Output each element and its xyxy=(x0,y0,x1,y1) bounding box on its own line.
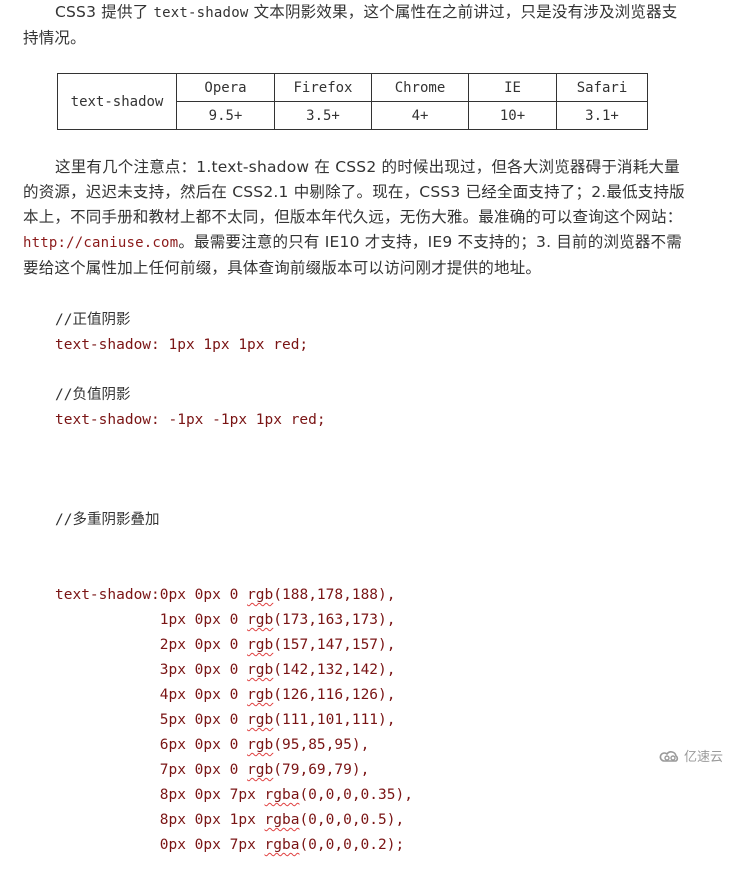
watermark: 亿速云 xyxy=(659,746,723,765)
code-args: (111,101,111), xyxy=(273,712,396,728)
code-line: 5px 0px 0 rgb(111,101,111), xyxy=(55,708,413,733)
code-args: (188,178,188), xyxy=(273,587,396,603)
code-args: (79,69,79), xyxy=(273,762,370,778)
compat-table: text-shadow Opera Firefox Chrome IE Safa… xyxy=(57,73,648,130)
code-values: 3px 0px 0 xyxy=(159,662,248,678)
code-comment: //正值阴影 xyxy=(55,312,131,328)
code-function: rgb xyxy=(247,737,274,753)
code-function: rgb xyxy=(247,662,274,678)
code-lines: text-shadow:0px 0px 0 rgb(188,178,188), … xyxy=(55,583,413,858)
version-safari: 3.1+ xyxy=(556,101,648,130)
code-function: rgba xyxy=(264,837,300,853)
version-opera: 9.5+ xyxy=(176,101,275,130)
code-line: 8px 0px 7px rgba(0,0,0,0.35), xyxy=(55,783,413,808)
code-values: 2px 0px 0 xyxy=(159,637,248,653)
browser-safari: Safari xyxy=(556,73,648,102)
code-comment: //多重阴影叠加 xyxy=(55,512,160,528)
code-values: 5px 0px 0 xyxy=(159,712,248,728)
caniuse-link[interactable]: http://caniuse.com xyxy=(23,235,178,251)
watermark-text: 亿速云 xyxy=(683,750,723,765)
browser-chrome: Chrome xyxy=(371,73,469,102)
code-values: 7px 0px 0 xyxy=(159,762,248,778)
code-line: text-shadow:0px 0px 0 rgb(188,178,188), xyxy=(55,583,413,608)
code-values: 1px 0px 0 xyxy=(159,612,248,628)
code-args: (126,116,126), xyxy=(273,687,396,703)
version-ie: 10+ xyxy=(468,101,557,130)
cloud-logo-icon xyxy=(659,750,679,762)
intro-code: text-shadow xyxy=(153,5,249,21)
code-function: rgb xyxy=(247,612,274,628)
code-line: text-shadow: -1px -1px 1px red; xyxy=(55,412,326,428)
code-line: 6px 0px 0 rgb(95,85,95), xyxy=(55,733,413,758)
code-line: 3px 0px 0 rgb(142,132,142), xyxy=(55,658,413,683)
code-function: rgb xyxy=(247,687,274,703)
code-function: rgba xyxy=(264,787,300,803)
browser-ie: IE xyxy=(468,73,557,102)
code-args: (142,132,142), xyxy=(273,662,396,678)
code-function: rgb xyxy=(247,637,274,653)
browser-firefox: Firefox xyxy=(274,73,372,102)
code-line: 8px 0px 1px rgba(0,0,0,0.5), xyxy=(55,808,413,833)
code-line: text-shadow: 1px 1px 1px red; xyxy=(55,337,309,353)
code-values: 6px 0px 0 xyxy=(159,737,248,753)
code-function: rgb xyxy=(247,587,274,603)
code-args: (95,85,95), xyxy=(273,737,370,753)
code-block-multi: //多重阴影叠加 text-shadow:0px 0px 0 rgb(188,1… xyxy=(55,458,413,883)
code-function: rgb xyxy=(247,762,274,778)
code-values: 4px 0px 0 xyxy=(159,687,248,703)
code-prefix: text-shadow: xyxy=(55,587,160,603)
code-args: (0,0,0,0.35), xyxy=(299,787,413,803)
code-comment: //负值阴影 xyxy=(55,387,131,403)
version-firefox: 3.5+ xyxy=(274,101,372,130)
notes-paragraph: 这里有几个注意点：1.text-shadow 在 CSS2 的时候出现过，但各大… xyxy=(23,155,693,281)
code-values: 8px 0px 7px xyxy=(159,787,265,803)
version-chrome: 4+ xyxy=(371,101,469,130)
code-line: 1px 0px 0 rgb(173,163,173), xyxy=(55,608,413,633)
code-args: (173,163,173), xyxy=(273,612,396,628)
code-block-positive: //正值阴影 text-shadow: 1px 1px 1px red; xyxy=(55,308,308,358)
code-line: 0px 0px 7px rgba(0,0,0,0.2); xyxy=(55,833,413,858)
code-values: 8px 0px 1px xyxy=(159,812,265,828)
intro-text: CSS3 提供了 xyxy=(55,3,154,21)
notes-text: 这里有几个注意点：1.text-shadow 在 CSS2 的时候出现过，但各大… xyxy=(23,158,685,226)
code-line: 2px 0px 0 rgb(157,147,157), xyxy=(55,633,413,658)
table-row: text-shadow Opera Firefox Chrome IE Safa… xyxy=(57,73,648,130)
code-args: (0,0,0,0.2); xyxy=(299,837,405,853)
code-function: rgba xyxy=(264,812,300,828)
code-block-negative: //负值阴影 text-shadow: -1px -1px 1px red; xyxy=(55,383,326,433)
code-values: 0px 0px 0 xyxy=(159,587,248,603)
row-header: text-shadow xyxy=(57,73,177,130)
code-args: (0,0,0,0.5), xyxy=(299,812,405,828)
code-line: 4px 0px 0 rgb(126,116,126), xyxy=(55,683,413,708)
code-values: 0px 0px 7px xyxy=(159,837,265,853)
browser-opera: Opera xyxy=(176,73,275,102)
code-function: rgb xyxy=(247,712,274,728)
code-args: (157,147,157), xyxy=(273,637,396,653)
intro-paragraph: CSS3 提供了 text-shadow 文本阴影效果，这个属性在之前讲过，只是… xyxy=(23,0,693,51)
